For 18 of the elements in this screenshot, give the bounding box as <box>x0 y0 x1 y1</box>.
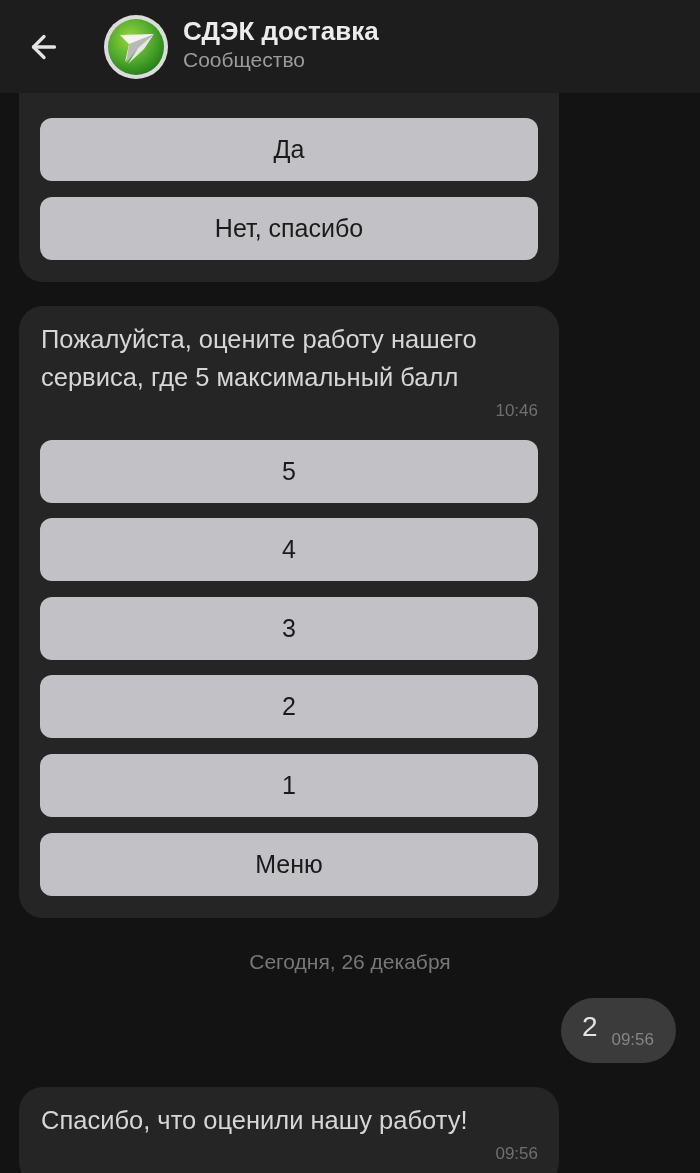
message-time: 09:56 <box>611 1030 654 1051</box>
message-text: Пожалуйста, оцените работу нашего сервиса, где 5 максимальный балл <box>40 323 478 393</box>
reply-button[interactable]: 4 <box>40 518 538 582</box>
reply-button[interactable]: 5 <box>40 439 538 503</box>
message-time: 10:46 <box>495 400 538 421</box>
date-separator: Сегодня, 26 декабря <box>249 948 451 975</box>
chat-title: СДЭК доставка <box>183 14 379 47</box>
reply-button[interactable]: 3 <box>40 596 538 660</box>
chat-subtitle: Сообщество <box>183 46 306 73</box>
message-text: 2 <box>581 1011 598 1044</box>
reply-button[interactable]: Да <box>40 118 538 181</box>
reply-button[interactable]: Нет, спасибо <box>40 196 538 260</box>
message-time: 09:56 <box>495 1143 538 1164</box>
reply-button[interactable]: 2 <box>40 675 538 739</box>
message-text: Спасибо, что оценили нашу работу! <box>40 1104 469 1136</box>
logo-icon <box>104 14 168 79</box>
reply-button[interactable]: Меню <box>40 832 538 896</box>
reply-button[interactable]: 1 <box>40 753 538 817</box>
